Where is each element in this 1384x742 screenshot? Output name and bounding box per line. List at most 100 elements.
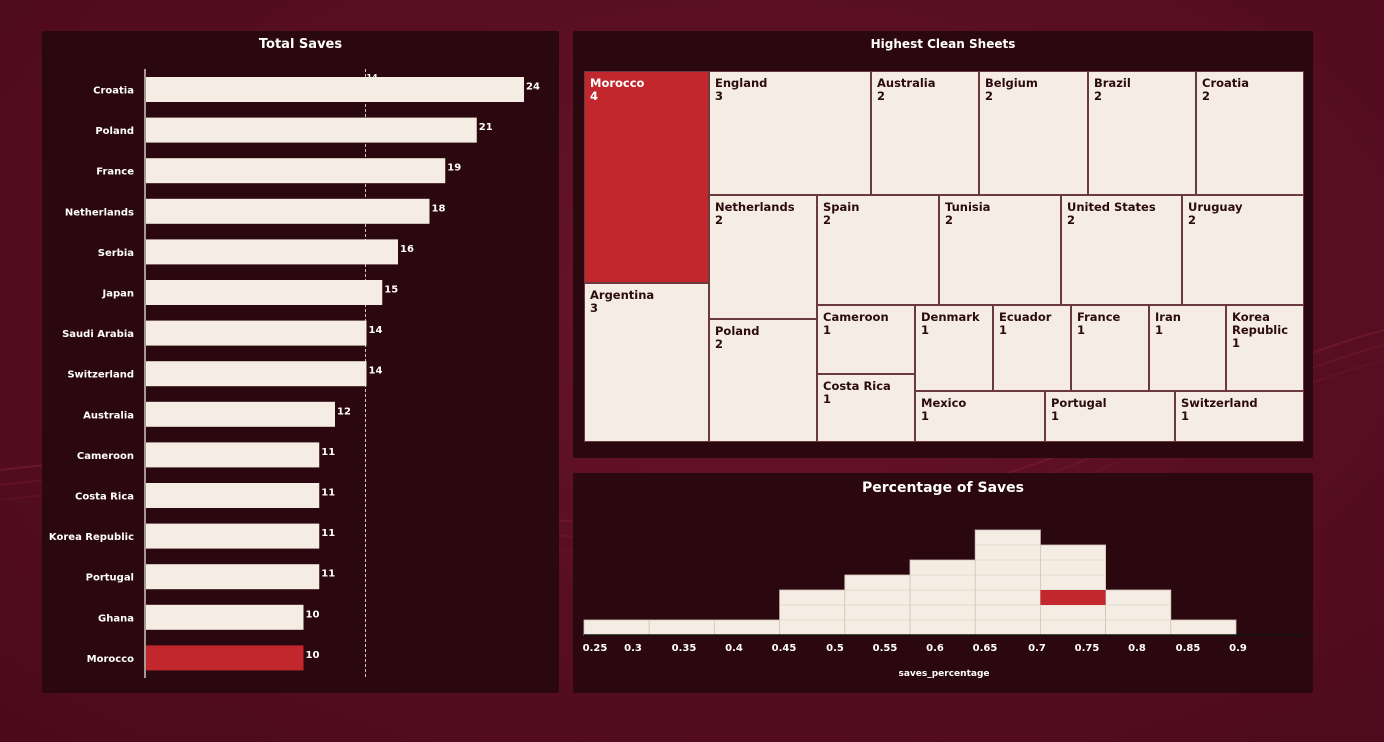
value-label: 11 — [321, 528, 335, 539]
treemap-cell-netherlands: Netherlands 2 — [709, 195, 817, 319]
treemap-cell-name: Portugal — [1051, 396, 1107, 410]
histogram-bin — [648, 619, 715, 636]
treemap-cell-tunisia: Tunisia 2 — [939, 195, 1061, 305]
x-tick-label: 0.9 — [1229, 643, 1247, 654]
x-tick-label: 0.7 — [1028, 643, 1046, 654]
x-tick-label: 0.5 — [826, 643, 844, 654]
category-label: Saudi Arabia — [62, 329, 134, 340]
bar-australia — [146, 401, 335, 427]
category-label: Australia — [83, 410, 134, 421]
saves-percentage-panel: Percentage of Saves 0.25 0.3 0.35 0.4 0.45 0.… — [573, 473, 1313, 693]
treemap-cell-value: 1 — [999, 323, 1008, 337]
treemap-cell-value: 2 — [715, 337, 724, 351]
histogram-bin — [909, 559, 976, 636]
total-saves-panel: Total Saves 14 Croatia 24 Poland 21 France 19 N… — [42, 31, 559, 693]
clean-sheets-title: Highest Clean Sheets — [870, 37, 1016, 51]
x-tick-label: 0.4 — [725, 643, 743, 654]
treemap-cell-name: Australia — [877, 76, 936, 90]
treemap-cell-name: Costa Rica — [823, 379, 891, 393]
treemap-cell-poland: Poland 2 — [709, 319, 817, 442]
treemap-cell-name: Ecuador — [999, 310, 1052, 324]
x-tick-label: 0.35 — [672, 643, 697, 654]
treemap-cell-value: 2 — [945, 213, 954, 227]
bar-portugal — [146, 564, 320, 590]
treemap-cell-name: Mexico — [921, 396, 967, 410]
category-label: Portugal — [86, 573, 134, 584]
category-label: Korea Republic — [49, 532, 134, 543]
treemap-cell-name: Brazil — [1094, 76, 1131, 90]
treemap-cell-value: 2 — [1067, 213, 1076, 227]
treemap-cell-value: 4 — [590, 89, 599, 103]
value-label: 11 — [321, 569, 335, 580]
treemap-cell-australia: Australia 2 — [871, 71, 979, 195]
value-label: 19 — [447, 163, 461, 174]
treemap-cell-costa-rica: Costa Rica 1 — [817, 374, 915, 442]
category-label: Cameroon — [77, 451, 134, 462]
treemap-cell-switzerland: Switzerland 1 — [1175, 391, 1304, 442]
x-tick-label: 0.8 — [1128, 643, 1146, 654]
treemap-cell-value: 3 — [715, 89, 724, 103]
treemap-cell-morocco: Morocco 4 — [584, 71, 709, 283]
treemap-cell-name: France — [1077, 310, 1121, 324]
total-saves-chart: 14 Croatia 24 Poland 21 France 19 Netherlands 18… — [49, 69, 540, 678]
category-label: Japan — [102, 289, 135, 300]
treemap-cell-uruguay: Uruguay 2 — [1182, 195, 1304, 305]
category-label: Ghana — [98, 613, 134, 624]
bar-croatia — [146, 77, 524, 102]
histogram-highlight-segment — [1040, 590, 1106, 605]
category-label: Costa Rica — [75, 492, 134, 503]
value-label: 10 — [306, 650, 320, 661]
treemap-cell-brazil: Brazil 2 — [1088, 71, 1196, 195]
treemap-cell-name: Uruguay — [1188, 200, 1243, 214]
bar-france — [146, 158, 446, 184]
treemap-cell-name: England — [715, 76, 768, 90]
histogram-bin — [1105, 589, 1172, 636]
category-label: Morocco — [87, 654, 134, 665]
treemap-cell-value: 1 — [823, 392, 832, 406]
bar-ghana — [146, 604, 304, 630]
x-tick-label: 0.6 — [926, 643, 944, 654]
bar-poland — [146, 117, 477, 143]
treemap-cell-name: Iran — [1155, 310, 1181, 324]
value-label: 14 — [369, 325, 383, 336]
treemap-cell-value: 2 — [877, 89, 886, 103]
x-tick-label: 0.25 — [583, 643, 608, 654]
bar-switzerland — [146, 361, 367, 387]
x-tick-label: 0.75 — [1075, 643, 1100, 654]
treemap-cell-value: 2 — [1202, 89, 1211, 103]
treemap-cell-name: Switzerland — [1181, 396, 1258, 410]
treemap-cell-korea-republic: Korea Republic 1 — [1226, 305, 1304, 391]
treemap-cell-croatia: Croatia 2 — [1196, 71, 1304, 195]
treemap-cell-value: 1 — [1181, 409, 1190, 423]
bar-saudi-arabia — [146, 320, 367, 346]
clean-sheets-panel: Highest Clean Sheets Morocco 4 Argentina 3 E… — [573, 31, 1313, 458]
treemap-cell-name: Netherlands — [715, 200, 795, 214]
treemap-cell-value: 1 — [1232, 336, 1241, 350]
treemap-cell-england: England 3 — [709, 71, 871, 195]
treemap-cell-name: Cameroon — [823, 310, 889, 324]
treemap-cell-value: 1 — [921, 409, 930, 423]
value-label: 16 — [400, 244, 414, 255]
clean-sheets-treemap: Morocco 4 Argentina 3 England 3 Australia 2 Belg… — [584, 71, 1304, 442]
histogram-bin — [1170, 619, 1237, 636]
treemap-cell-value: 1 — [1077, 323, 1086, 337]
treemap-cell-value: 3 — [590, 301, 599, 315]
x-tick-label: 0.55 — [873, 643, 898, 654]
treemap-cell-name: United States — [1067, 200, 1156, 214]
x-tick-label: 0.3 — [624, 643, 642, 654]
value-label: 11 — [321, 447, 335, 458]
treemap-cell-name: Poland — [715, 324, 760, 338]
histogram-bin — [779, 589, 846, 636]
bar-costa-rica — [146, 483, 320, 508]
treemap-cell-name: Croatia — [1202, 76, 1249, 90]
treemap-cell-name: Tunisia — [945, 200, 991, 214]
value-label: 10 — [306, 609, 320, 620]
bar-netherlands — [146, 198, 430, 224]
treemap-cell-value: 1 — [1155, 323, 1164, 337]
value-label: 15 — [384, 285, 398, 296]
bar-japan — [146, 280, 383, 305]
bar-morocco — [146, 645, 304, 671]
x-axis-label: saves_percentage — [898, 669, 989, 679]
histogram-bin — [583, 619, 650, 636]
treemap-cell-name: Argentina — [590, 288, 655, 302]
